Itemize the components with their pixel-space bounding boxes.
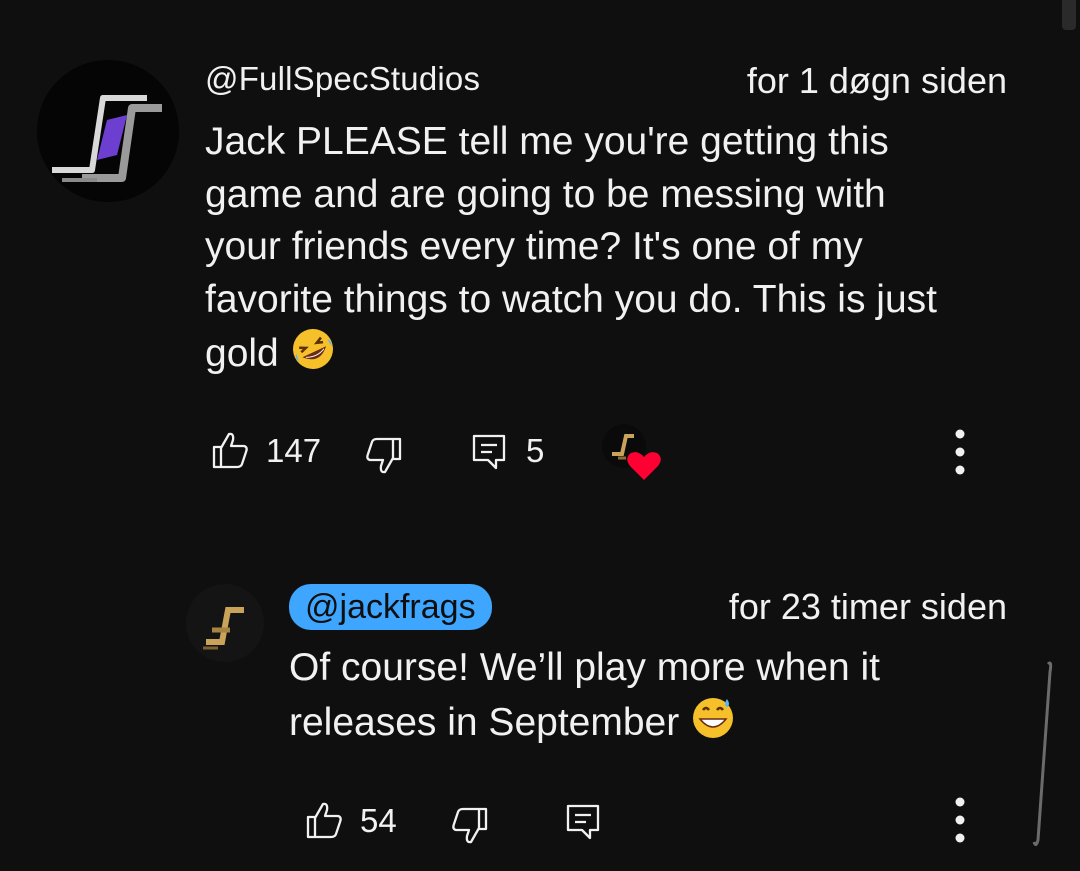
thumbs-down-icon xyxy=(366,437,402,474)
reply-button[interactable] xyxy=(470,432,510,472)
heart-icon xyxy=(627,452,661,480)
more-options-button[interactable] xyxy=(945,796,975,844)
comment-text-line: Jack PLEASE tell me you're getting this xyxy=(205,120,889,163)
comment-text: Of course! We’ll play more when it relea… xyxy=(289,642,1009,755)
grinning-sweat-emoji xyxy=(690,695,736,756)
reply-icon xyxy=(566,804,600,840)
creator-author-badge[interactable]: @jackfrags xyxy=(289,584,492,630)
rolling-on-floor-laughing-emoji xyxy=(290,326,336,387)
like-button[interactable] xyxy=(210,430,250,470)
thumbs-up-icon xyxy=(306,802,342,839)
jackfrags-logo-icon xyxy=(186,584,264,662)
thumbs-up-icon xyxy=(212,432,248,469)
creator-heart-badge-icon xyxy=(602,424,661,480)
dislike-button[interactable] xyxy=(364,436,404,476)
reply-count: 5 xyxy=(526,432,545,469)
more-vertical-icon xyxy=(955,797,965,843)
comment-author[interactable]: @FullSpecStudios xyxy=(205,60,480,98)
comment-text-line: gold xyxy=(205,332,279,375)
comment-author: @jackfrags xyxy=(305,588,476,626)
like-count: 54 xyxy=(360,802,397,839)
avatar[interactable] xyxy=(186,584,264,662)
reply-button[interactable] xyxy=(564,802,604,842)
fullspec-logo-icon xyxy=(37,60,179,202)
comment-text: Jack PLEASE tell me you're getting this … xyxy=(205,116,1025,387)
comment-text-line-last: releases in September xyxy=(289,695,1009,756)
creator-heart[interactable] xyxy=(600,422,664,482)
comment-timestamp[interactable]: for 23 timer siden xyxy=(729,586,1007,628)
scroll-indicator xyxy=(1030,660,1054,850)
comment-text-line: your friends every time? It's one of my xyxy=(205,225,863,268)
reply-icon xyxy=(472,434,506,470)
more-options-button[interactable] xyxy=(945,428,975,476)
reply-thread: @jackfrags for 23 timer siden Of course!… xyxy=(0,560,1080,871)
more-vertical-icon xyxy=(955,429,965,475)
like-button[interactable] xyxy=(304,800,344,840)
comment-timestamp[interactable]: for 1 døgn siden xyxy=(747,60,1007,102)
comment-thread: @FullSpecStudios for 1 døgn siden Jack P… xyxy=(0,0,1080,520)
comment-text-line-last: gold xyxy=(205,326,1025,387)
comment-text-line: releases in September xyxy=(289,700,680,744)
thumbs-down-icon xyxy=(452,807,488,844)
comment-text-line: Of course! We’ll play more when it xyxy=(289,646,880,689)
like-count: 147 xyxy=(266,432,322,469)
comment-text-line: game and are going to be messing with xyxy=(205,172,886,216)
dislike-button[interactable] xyxy=(450,806,490,846)
comment-text-line: favorite things to watch you do. This is… xyxy=(205,277,937,321)
avatar[interactable] xyxy=(37,60,179,202)
